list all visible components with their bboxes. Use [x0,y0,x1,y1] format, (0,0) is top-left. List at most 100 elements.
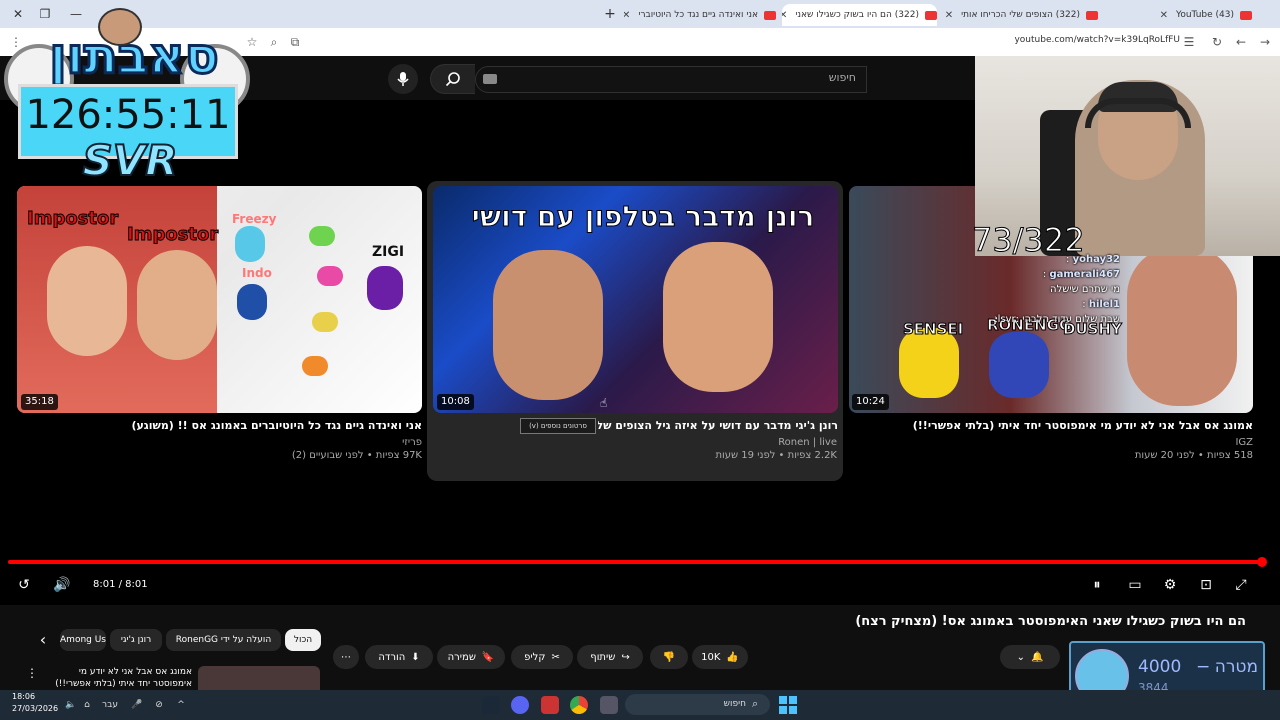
search-button[interactable] [430,64,475,94]
progress-scrubber[interactable] [1257,557,1267,567]
back-icon[interactable]: → [1257,34,1273,50]
chevron-up-icon[interactable]: ^ [174,698,188,712]
subathon-timer: 126:55:11 [25,92,231,138]
share-button[interactable]: ↪ שיתוף [577,645,643,669]
youtube-icon [764,10,776,20]
subscribe-notifications-button[interactable]: 🔔 ⌄ [1000,645,1060,669]
network-icon[interactable]: ⌂ [80,698,94,712]
app-icon[interactable] [541,696,559,714]
language-indicator[interactable]: עבר [100,698,120,712]
video-title[interactable]: אני ואינדה גיים נגד כל היוטיוברים באמונג… [17,419,422,435]
share-icon: ↪ [621,651,630,663]
task-view-icon[interactable] [600,696,618,714]
forward-icon[interactable]: ← [1233,34,1249,50]
face-shape [493,250,603,400]
close-tab-icon[interactable]: ✕ [1160,10,1168,21]
related-video-thumbnail[interactable] [198,666,320,690]
scissors-icon: ✂ [551,651,560,663]
tab-1[interactable]: (43) YouTube ✕ [1102,4,1252,26]
start-button[interactable] [779,696,797,714]
video-thumbnail[interactable]: רונן מדבר בטלפון עם דושי [433,186,838,413]
new-tab-button[interactable]: + [603,6,617,22]
face-shape [1127,246,1237,406]
close-tab-icon[interactable]: ✕ [945,10,953,21]
restore-window-icon[interactable]: ❐ [37,6,53,22]
chip-among-us[interactable]: Among Us [60,629,106,651]
channel-name[interactable]: פריזי [17,437,422,450]
replay-icon[interactable]: ↺ [14,575,34,595]
mute-tray-icon[interactable]: ⊘ [152,698,166,712]
channel-name[interactable]: IGZ [849,437,1253,450]
like-button[interactable]: 👍 10K [692,645,748,669]
taskbar-time[interactable]: 18:06 [12,692,36,704]
video-thumbnail[interactable]: Impostor Impostor Freezy Indo ZIGI [17,186,422,413]
duration-badge: 10:24 [852,394,889,410]
more-actions-button[interactable]: ⋯ [333,645,359,669]
tab-2[interactable]: (322) הצופים שלי הכריחו אותי ✕ [943,4,1098,26]
chip-all[interactable]: הכול [285,629,321,651]
theater-mode-icon[interactable]: ⊡ [1196,575,1216,595]
speaker-icon[interactable]: 🔈 [64,698,78,712]
more-options-icon[interactable]: ⋮ [26,666,38,686]
reload-icon[interactable]: ↻ [1209,34,1225,50]
close-tab-icon[interactable]: ✕ [782,10,787,21]
volume-icon[interactable]: 🔊 [52,575,72,595]
keyboard-icon[interactable] [483,74,497,84]
mic-tray-icon[interactable]: 🎤 [130,698,144,712]
face-shape [137,250,217,360]
autoplay-toggle-icon[interactable]: ⏸ [1087,575,1107,595]
bookmark-star-icon[interactable]: ☆ [244,34,260,50]
video-page-title: הם היו בשוק כשגילו שאני האימפוסטר באמונג… [855,614,1246,629]
youtube-icon [1240,10,1252,20]
save-button[interactable]: 🔖 שמירה [437,645,505,669]
chip-scroll-left-icon[interactable]: ‹ [30,629,56,651]
chrome-icon[interactable] [570,696,588,714]
taskbar-search[interactable]: חיפוש [625,694,770,715]
download-button[interactable]: ⬇ הורדה [365,645,433,669]
chip-uploaded-by[interactable]: הועלה על ידי RonenGG [166,629,281,651]
duration-badge: 10:08 [437,394,474,410]
tab-4[interactable]: אני ואינדה גיים נגד כל היוטיוברי ✕ [624,4,776,26]
fullscreen-icon[interactable]: ⤢ [1231,575,1251,595]
url-text[interactable]: youtube.com/watch?v=k39LqRoLfFU [1000,35,1180,49]
goal-label: מטרה [1214,657,1258,677]
tab-3-active[interactable]: (322) הם היו בשוק כשגילו שאני ✕ [782,4,937,26]
search-placeholder: חיפוש [828,71,856,84]
site-settings-icon[interactable]: ☰ [1181,34,1197,50]
steam-icon[interactable] [482,696,500,714]
voice-search-button[interactable] [388,64,418,94]
discord-icon[interactable] [511,696,529,714]
crewmate-icon [989,332,1049,398]
dislike-button[interactable]: 👎 [650,645,688,669]
clip-button[interactable]: ✂ קליפ [511,645,573,669]
close-window-icon[interactable]: ✕ [10,6,26,22]
chat-line: מי שתרם שישלה [1050,284,1120,295]
crewmate-icon [235,226,265,262]
channel-name[interactable]: Ronen | live [433,437,837,450]
chat-line: שבת שלום עדוד הלבהי :Lielsvr [995,314,1120,325]
crewmate-icon [317,266,343,286]
mic-icon [397,72,409,86]
settings-gear-icon[interactable]: ⚙ [1160,575,1180,595]
video-meta: 518 צפיות • לפני 20 שעות [1134,450,1253,461]
tab-label: (322) הצופים שלי הכריחו אותי [961,10,1080,20]
chat-overlay: yohay32 : gamerali467 : מי שתרם שישלה hi… [995,252,1120,334]
related-video-title[interactable]: אמונג אס אבל אני לא יודע מי אימפוסטר יחד… [42,666,192,690]
zoom-icon[interactable]: ⌕ [266,34,282,50]
crewmate-icon [312,312,338,332]
install-app-icon[interactable]: ⧉ [287,34,303,50]
video-title[interactable]: אמונג אס אבל אני לא יודע מי אימפוסטר יחד… [849,419,1253,435]
chip-ronen[interactable]: רונן ג'יגי [110,629,162,651]
video-title[interactable]: רונן ג'יגי מדבר עם דושי על איזה גיל הצופ… [598,419,838,435]
minimize-window-icon[interactable]: — [68,6,84,22]
time-display: 8:01 / 8:01 [93,579,148,590]
subtitles-icon[interactable]: ▭ [1125,575,1145,595]
download-icon: ⬇ [411,651,420,663]
taskbar-date[interactable]: 27/03/2026 [12,704,58,716]
duration-badge: 35:18 [21,394,58,410]
progress-bar[interactable] [8,560,1264,564]
tab-label: (43) YouTube [1176,10,1234,20]
close-tab-icon[interactable]: ✕ [624,10,630,21]
crewmate-icon [302,356,328,376]
crewmate-icon [309,226,335,246]
